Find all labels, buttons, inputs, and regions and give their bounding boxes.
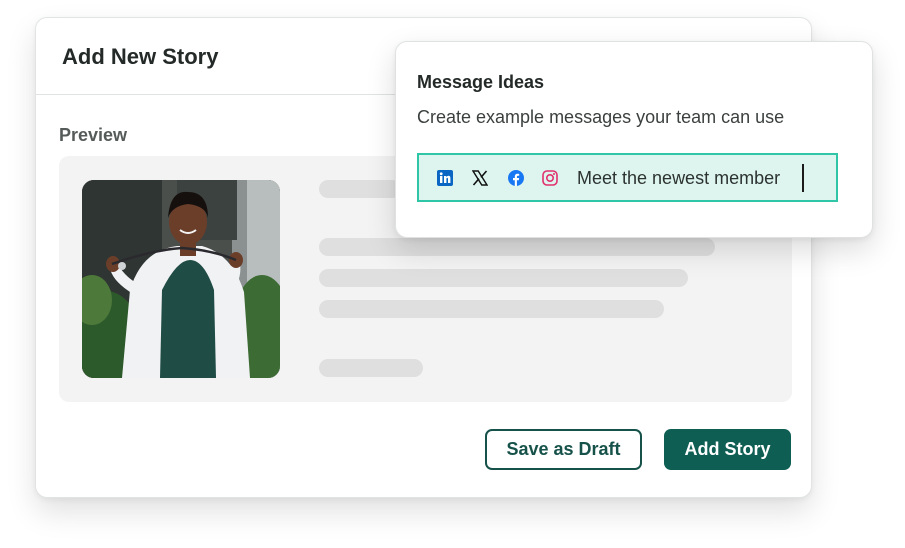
preview-label: Preview xyxy=(59,125,128,145)
dialog-title: Add New Story xyxy=(62,44,219,69)
stage: Add New Story Preview Save as Draft Add … xyxy=(0,0,905,548)
message-input[interactable]: Meet the newest member xyxy=(417,153,838,202)
message-input-value: Meet the newest member xyxy=(577,168,781,188)
message-ideas-subtitle: Create example messages your team can us… xyxy=(417,107,785,127)
message-ideas-title: Message Ideas xyxy=(417,72,545,92)
skeleton-line-title xyxy=(319,180,401,198)
x-icon[interactable] xyxy=(472,170,488,186)
skeleton-line-short xyxy=(319,359,423,377)
message-ideas-popover: Message Ideas Create example messages yo… xyxy=(395,41,873,238)
facebook-icon[interactable] xyxy=(508,170,524,186)
skeleton-line xyxy=(319,300,664,318)
skeleton-line xyxy=(319,238,715,256)
text-cursor xyxy=(802,164,804,192)
save-draft-button[interactable]: Save as Draft xyxy=(485,429,642,470)
add-story-button[interactable]: Add Story xyxy=(664,429,791,470)
skeleton-line xyxy=(319,269,688,287)
story-photo xyxy=(82,180,280,378)
linkedin-icon[interactable] xyxy=(437,170,453,186)
instagram-icon[interactable] xyxy=(542,170,558,186)
